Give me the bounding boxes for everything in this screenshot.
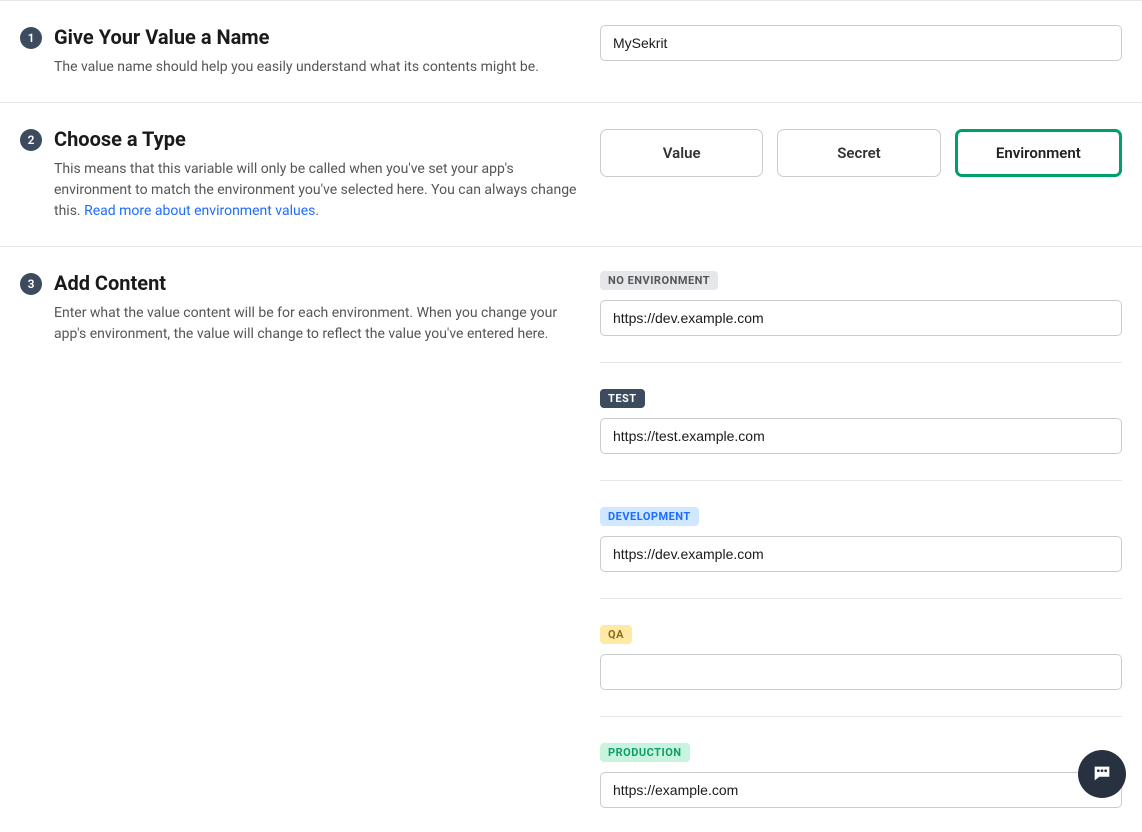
type-group: Value Secret Environment (600, 129, 1122, 177)
env-value-input[interactable] (600, 300, 1122, 336)
env-block: NO ENVIRONMENT (600, 271, 1122, 363)
step-3-number: 3 (20, 273, 42, 295)
env-value-input[interactable] (600, 536, 1122, 572)
step-2-title: Choose a Type (54, 127, 580, 151)
step-3-section: 3 Add Content Enter what the value conte… (0, 247, 1142, 832)
type-environment-button[interactable]: Environment (955, 129, 1122, 177)
step-1-desc: The value name should help you easily un… (54, 57, 580, 78)
env-tag: QA (600, 625, 632, 644)
read-more-link[interactable]: Read more about environment values (84, 203, 315, 219)
step-1-title: Give Your Value a Name (54, 25, 580, 49)
step-2-section: 2 Choose a Type This means that this var… (0, 103, 1142, 247)
env-value-input[interactable] (600, 418, 1122, 454)
chat-icon (1091, 763, 1113, 785)
env-tag: DEVELOPMENT (600, 507, 699, 526)
env-tag: PRODUCTION (600, 743, 690, 762)
step-1-number: 1 (20, 27, 42, 49)
step-2-desc: This means that this variable will only … (54, 159, 580, 222)
chat-button[interactable] (1078, 750, 1126, 798)
env-block: TEST (600, 389, 1122, 481)
env-block: DEVELOPMENT (600, 507, 1122, 599)
step-3-title: Add Content (54, 271, 580, 295)
env-value-input[interactable] (600, 654, 1122, 690)
env-block: QA (600, 625, 1122, 717)
value-name-input[interactable] (600, 25, 1122, 61)
env-tag: TEST (600, 389, 645, 408)
step-1-section: 1 Give Your Value a Name The value name … (0, 1, 1142, 103)
env-value-input[interactable] (600, 772, 1122, 808)
env-tag: NO ENVIRONMENT (600, 271, 718, 290)
environment-list: NO ENVIRONMENT TEST DEVELOPMENT QA PRODUCTIO… (600, 271, 1122, 808)
env-block: PRODUCTION (600, 743, 1122, 808)
step-2-number: 2 (20, 129, 42, 151)
type-value-button[interactable]: Value (600, 129, 763, 177)
step-3-desc: Enter what the value content will be for… (54, 303, 580, 345)
type-secret-button[interactable]: Secret (777, 129, 940, 177)
